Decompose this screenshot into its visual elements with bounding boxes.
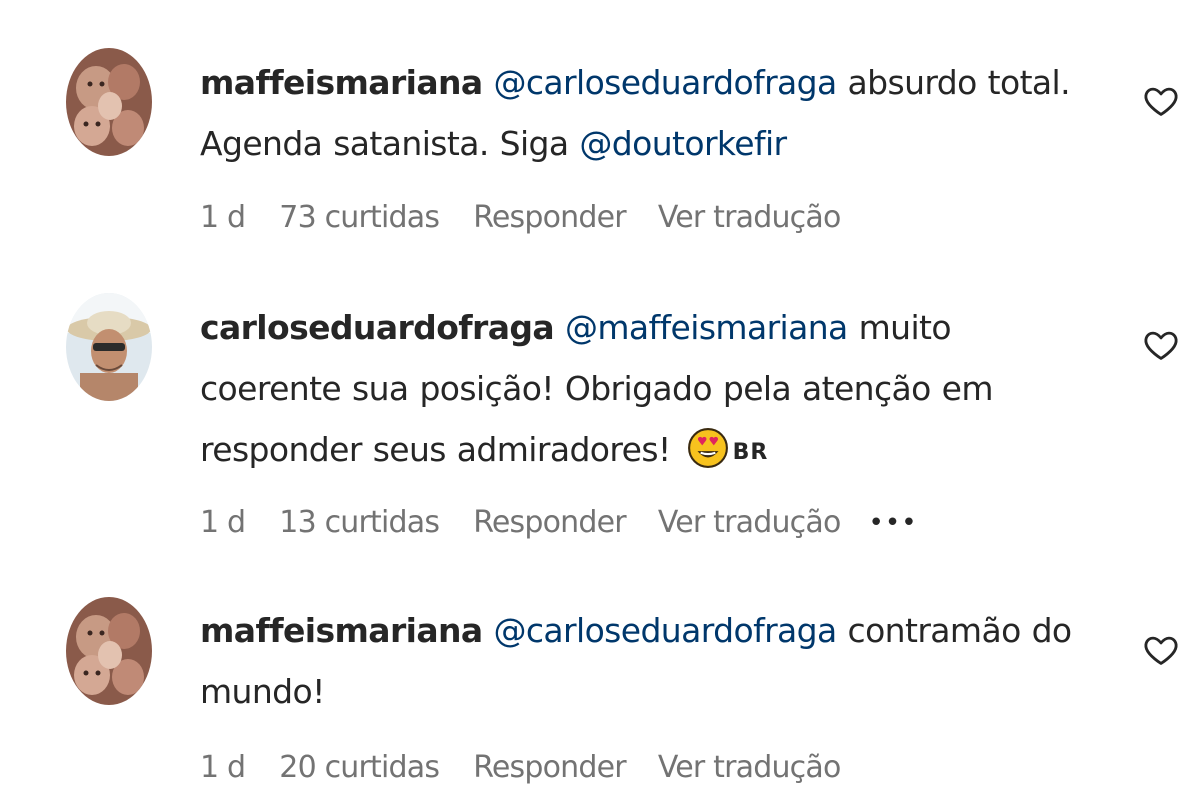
- mention-link[interactable]: @doutorkefir: [579, 124, 787, 163]
- see-translation-button[interactable]: Ver tradução: [658, 200, 842, 235]
- comment-meta: 1 d 13 curtidas Responder Ver tradução •…: [200, 505, 918, 540]
- reply-button[interactable]: Responder: [473, 505, 626, 540]
- timestamp[interactable]: 1 d: [200, 200, 246, 235]
- like-heart-icon[interactable]: [1142, 82, 1180, 120]
- like-heart-icon[interactable]: [1142, 631, 1180, 669]
- likes-count[interactable]: 73 curtidas: [279, 200, 440, 235]
- avatar[interactable]: [66, 597, 152, 705]
- timestamp[interactable]: 1 d: [200, 505, 246, 540]
- more-options-icon[interactable]: •••: [869, 508, 918, 538]
- avatar[interactable]: [66, 48, 152, 156]
- heart-eyes-emoji-icon: [687, 427, 729, 469]
- reply-button[interactable]: Responder: [473, 200, 626, 235]
- mention-link[interactable]: @carloseduardofraga: [493, 611, 837, 650]
- comment-meta: 1 d 20 curtidas Responder Ver tradução: [200, 750, 841, 785]
- username[interactable]: carloseduardofraga: [200, 308, 555, 347]
- username[interactable]: maffeismariana: [200, 63, 483, 102]
- mention-link[interactable]: @carloseduardofraga: [493, 63, 837, 102]
- username[interactable]: maffeismariana: [200, 611, 483, 650]
- avatar[interactable]: [66, 293, 152, 401]
- reply-button[interactable]: Responder: [473, 750, 626, 785]
- likes-count[interactable]: 20 curtidas: [279, 750, 440, 785]
- comment-meta: 1 d 73 curtidas Responder Ver tradução: [200, 200, 841, 235]
- comment-text: maffeismariana @carloseduardofraga contr…: [200, 600, 1100, 722]
- see-translation-button[interactable]: Ver tradução: [658, 750, 842, 785]
- profile-photo-icon: [66, 48, 152, 156]
- see-translation-button[interactable]: Ver tradução: [658, 505, 842, 540]
- profile-photo-icon: [66, 293, 152, 401]
- likes-count[interactable]: 13 curtidas: [279, 505, 440, 540]
- mention-link[interactable]: @maffeismariana: [565, 308, 848, 347]
- comment-text: maffeismariana @carloseduardofraga absur…: [200, 52, 1100, 174]
- timestamp[interactable]: 1 d: [200, 750, 246, 785]
- flag-br: BR: [732, 440, 769, 465]
- like-heart-icon[interactable]: [1142, 326, 1180, 364]
- profile-photo-icon: [66, 597, 152, 705]
- comment-text: carloseduardofraga @maffeismariana muito…: [200, 297, 1100, 483]
